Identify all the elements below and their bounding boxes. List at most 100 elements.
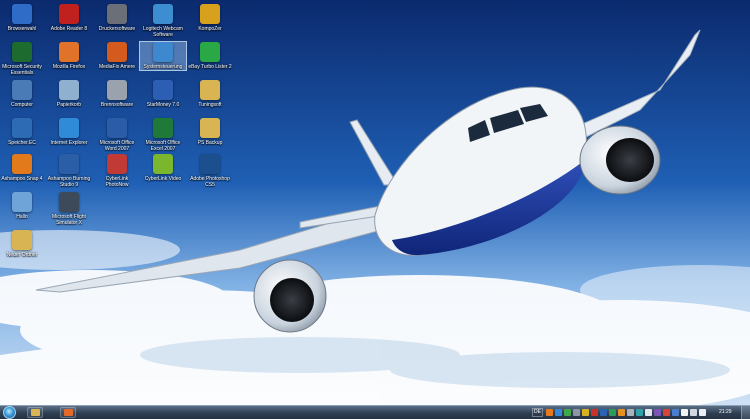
tray-teal-icon[interactable]	[636, 409, 643, 416]
desktop-icon-label: Internet Explorer	[50, 140, 88, 146]
computer-icon	[12, 80, 32, 100]
show-desktop-button[interactable]	[741, 406, 750, 419]
desktop-icon-label: Speicher.EC	[8, 140, 36, 146]
tray-volume-icon[interactable]	[699, 409, 706, 416]
desktop-icon-label: Computer	[11, 102, 33, 108]
desktop-icon[interactable]: Tuningsoft	[187, 80, 233, 108]
desktop-icon-label: Microsoft Flight Simulator X	[52, 214, 86, 226]
desktop-icon[interactable]: Adobe Photoshop CS5	[187, 154, 233, 188]
start-button[interactable]	[3, 406, 16, 419]
folder-icon	[200, 118, 220, 138]
desktop-icon-label: Logitech Webcam Software	[143, 26, 183, 38]
desktop-icon-label: Microsoft Security Essentials	[2, 64, 42, 76]
desktop-icon[interactable]: Ashampoo Burning Studio 9	[46, 154, 92, 188]
desktop-icon[interactable]: Mozilla Firefox	[46, 42, 92, 70]
desktop-icon-label: eBay Turbo Lister 2	[188, 64, 232, 70]
desktop-icon-label: Ashampoo Burning Studio 9	[47, 176, 91, 188]
desktop-icon[interactable]: Adobe Reader 8	[46, 4, 92, 32]
desktop-icon[interactable]: Neuer Ordner	[0, 230, 45, 258]
ashampoo-burning-icon	[59, 154, 79, 174]
desktop-icon[interactable]: Systemsteuerung	[139, 41, 187, 71]
tray-flag-icon[interactable]	[681, 409, 688, 416]
desktop-icon[interactable]: Brennsoftware	[94, 80, 140, 108]
pdf-icon	[59, 4, 79, 24]
desktop-icon-label: Druckersoftware	[98, 26, 136, 32]
desktop-icon-label: CyberLink PhotoNow	[105, 176, 129, 188]
desktop-icon[interactable]: CyberLink Video	[140, 154, 186, 182]
desktop-icon-label: MediaFix Amere	[98, 64, 136, 70]
desktop-icon[interactable]: CyberLink PhotoNow	[94, 154, 140, 188]
disc-icon	[107, 42, 127, 62]
desktop-icon[interactable]: Papierkorb	[46, 80, 92, 108]
tray-red-icon[interactable]	[591, 409, 598, 416]
media-player-icon	[63, 409, 73, 416]
airplane-icon	[59, 192, 79, 212]
tray-white-icon[interactable]	[645, 409, 652, 416]
excel-icon	[153, 118, 173, 138]
desktop-icon-label: Adobe Reader 8	[50, 26, 88, 32]
ashampoo-icon	[12, 154, 32, 174]
desktop-icon-label: Hallo	[16, 214, 28, 220]
desktop-icon-label: Microsoft Office Word 2007	[99, 140, 135, 152]
system-tray	[546, 409, 706, 417]
desktop-icon[interactable]: Speicher.EC	[0, 118, 45, 146]
desktop-icon[interactable]: Microsoft Office Excel 2007	[140, 118, 186, 152]
tray-green-icon[interactable]	[564, 409, 571, 416]
desktop-icon-label: Browserwahl	[7, 26, 37, 32]
desktop-icon[interactable]: Browserwahl	[0, 4, 45, 32]
recycle-bin-icon	[59, 80, 79, 100]
tray-orange2-icon[interactable]	[618, 409, 625, 416]
desktop-icon[interactable]: Microsoft Security Essentials	[0, 42, 45, 76]
photoshop-icon	[200, 154, 220, 174]
desktop-icon-label: Ashampoo Snap 4	[1, 176, 43, 182]
folder-icon	[12, 230, 32, 250]
printer-icon	[107, 4, 127, 24]
language-indicator[interactable]: DE	[532, 408, 543, 417]
desktop-icon[interactable]: Internet Explorer	[46, 118, 92, 146]
tray-orange-icon[interactable]	[546, 409, 553, 416]
taskbar-explorer-button[interactable]	[27, 407, 43, 418]
tray-blue-icon[interactable]	[555, 409, 562, 416]
webcam-icon	[153, 4, 173, 24]
photo-icon	[107, 154, 127, 174]
tray-purple-icon[interactable]	[654, 409, 661, 416]
desktop-icon-label: Neuer Ordner	[6, 252, 38, 258]
desktop-icon-label: Brennsoftware	[100, 102, 134, 108]
tray-red2-icon[interactable]	[663, 409, 670, 416]
desktop-icon[interactable]: Microsoft Office Word 2007	[94, 118, 140, 152]
kompozer-icon	[200, 4, 220, 24]
desktop-icon[interactable]: Logitech Webcam Software	[140, 4, 186, 38]
desktop-icon-label: StarMoney 7.0	[146, 102, 180, 108]
desktop-icon[interactable]: KompoZer	[187, 4, 233, 32]
word-icon	[107, 118, 127, 138]
network-icon	[12, 118, 32, 138]
desktop-icon[interactable]: StarMoney 7.0	[140, 80, 186, 108]
tray-gray-icon[interactable]	[573, 409, 580, 416]
control-panel-icon	[153, 42, 173, 62]
desktop-icon-label: Adobe Photoshop CS5	[190, 176, 230, 188]
tray-blue2-icon[interactable]	[600, 409, 607, 416]
desktop-icon[interactable]: eBay Turbo Lister 2	[187, 42, 233, 70]
desktop-icon-label: PS Backup	[197, 140, 223, 146]
tray-yellow-icon[interactable]	[582, 409, 589, 416]
tray-network-icon[interactable]	[690, 409, 697, 416]
shield-icon	[12, 42, 32, 62]
desktop-icon-label: KompoZer	[198, 26, 222, 32]
firefox-icon	[59, 42, 79, 62]
taskbar-media-button[interactable]	[60, 407, 76, 418]
tray-green2-icon[interactable]	[609, 409, 616, 416]
desktop-icon[interactable]: Microsoft Flight Simulator X	[46, 192, 92, 226]
tray-blue3-icon[interactable]	[672, 409, 679, 416]
desktop-icon[interactable]: Computer	[0, 80, 45, 108]
clock[interactable]: 21:29	[719, 408, 732, 417]
desktop-icon-label: Papierkorb	[56, 102, 82, 108]
desktop-icon[interactable]: PS Backup	[187, 118, 233, 146]
desktop-icon[interactable]: Ashampoo Snap 4	[0, 154, 45, 182]
desktop-icon-label: Microsoft Office Excel 2007	[145, 140, 181, 152]
desktop-icon[interactable]: MediaFix Amere	[94, 42, 140, 70]
tray-gray2-icon[interactable]	[627, 409, 634, 416]
desktop-icon[interactable]: Hallo	[0, 192, 45, 220]
desktop-icon[interactable]: Druckersoftware	[94, 4, 140, 32]
ebay-icon	[200, 42, 220, 62]
video-icon	[153, 154, 173, 174]
